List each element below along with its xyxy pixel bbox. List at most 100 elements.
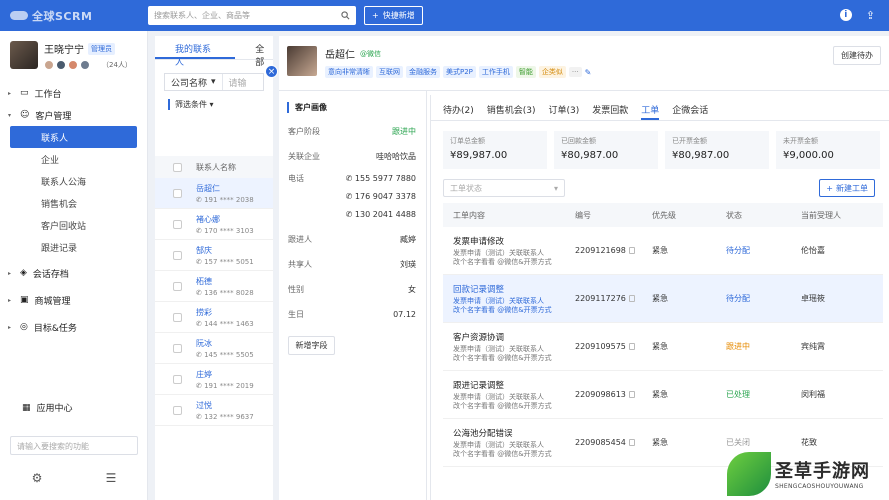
sidebar-item-contact-pool[interactable]: 联系人公海 [10, 170, 137, 192]
status-filter-select[interactable]: 工单状态 ▾ [443, 179, 565, 197]
share-icon[interactable]: ⇪ [866, 9, 875, 22]
tag-badge[interactable]: 美式P2P [443, 66, 476, 78]
tab-my-contacts[interactable]: 我的联系人 [155, 36, 236, 68]
search-icon[interactable] [341, 11, 350, 20]
app-logo[interactable]: 全球SCRM [0, 8, 148, 24]
nav-mall-mgmt[interactable]: ▸ ▣ 商城管理 [0, 289, 147, 311]
order-title[interactable]: 跟进记录调整 [453, 379, 565, 391]
settings-sliders-icon[interactable]: ⚙ [32, 471, 43, 485]
tab-2[interactable]: 订单(3) [549, 95, 580, 120]
table-row[interactable]: 客户资源协调 发票申请（测试）关联联系人 改个名字看看 @微信&开票方式 220910… [443, 323, 883, 371]
tab-5[interactable]: 企微会话 [672, 95, 708, 120]
info-icon[interactable]: i [839, 9, 852, 21]
contact-phone: 170 **** 3103 [204, 226, 254, 235]
sidebar-item-opportunities[interactable]: 销售机会 [10, 192, 137, 214]
tab-1[interactable]: 销售机会(3) [487, 95, 536, 120]
table-row[interactable]: 回款记录调整 发票申请（测试）关联联系人 改个名字看看 @微信&开票方式 220911… [443, 275, 883, 323]
tag-badge[interactable]: 工作手机 [478, 66, 513, 78]
contact-name[interactable]: 岳超仁 [196, 183, 254, 194]
table-row[interactable]: 发票申请修改 发票申请（测试）关联联系人 改个名字看看 @微信&开票方式 220912… [443, 227, 883, 275]
phone-value[interactable]: 155 5977 7880 [355, 174, 416, 183]
contact-name[interactable]: 阮冰 [196, 338, 254, 349]
nav-goals-tasks[interactable]: ▸ ◎ 目标&任务 [0, 316, 147, 338]
row-checkbox[interactable] [173, 188, 182, 198]
phone-value[interactable]: 176 9047 3378 [355, 192, 416, 201]
phone-value[interactable]: 130 2041 4488 [355, 210, 416, 219]
field-value: 07.12 [393, 310, 416, 319]
close-icon[interactable]: × [265, 65, 278, 78]
nav-customer-mgmt[interactable]: ▾ ☺ 客户管理 [0, 104, 147, 126]
order-title[interactable]: 公海池分配错误 [453, 427, 565, 439]
order-title[interactable]: 回款记录调整 [453, 283, 565, 295]
tag-badge[interactable]: ··· [568, 67, 582, 77]
list-item[interactable]: 褚心娜 ✆ 170 **** 3103 [155, 209, 273, 240]
filter-input[interactable]: 请输 [223, 76, 247, 89]
list-item[interactable]: 过悦 ✆ 132 **** 9637 [155, 395, 273, 426]
order-desc-line: 改个名字看看 @微信&开票方式 [453, 305, 552, 314]
company-filter[interactable]: 公司名称 ▾ 请输 [164, 73, 264, 91]
tab-all[interactable]: 全部 [235, 36, 273, 68]
tag-badge[interactable]: 互联网 [376, 66, 403, 78]
sidebar-item-companies[interactable]: 企业 [10, 148, 137, 170]
field-value: 刘瑛 [400, 260, 416, 269]
row-checkbox[interactable] [173, 219, 182, 229]
list-item[interactable]: 阮冰 ✆ 145 **** 5505 [155, 333, 273, 364]
app-center-button[interactable]: ▦ 应用中心 [0, 401, 148, 415]
row-checkbox[interactable] [173, 250, 182, 260]
new-work-order-button[interactable]: + 新建工单 [819, 179, 875, 197]
tag-badge[interactable]: 金融服务 [406, 66, 440, 78]
copy-icon[interactable] [628, 295, 635, 302]
collapse-menu-icon[interactable]: ☰ [106, 471, 117, 485]
user-profile[interactable]: 王晓宁宁 管理员 （24人） [0, 31, 147, 76]
quick-new-button[interactable]: + 快捷新增 [364, 6, 423, 25]
row-checkbox[interactable] [173, 405, 182, 415]
contact-name[interactable]: 柘德 [196, 276, 254, 287]
select-all-checkbox[interactable] [173, 162, 182, 172]
list-item[interactable]: 庄婷 ✆ 191 **** 2019 [155, 364, 273, 395]
contact-name[interactable]: 郜庆 [196, 245, 254, 256]
contact-name[interactable]: 庄婷 [196, 369, 254, 380]
edit-tags-icon[interactable]: ✎ [585, 68, 592, 77]
row-checkbox[interactable] [173, 312, 182, 322]
row-checkbox[interactable] [173, 374, 182, 384]
contact-phone: 145 **** 5505 [204, 350, 254, 359]
contact-name[interactable]: 褚心娜 [196, 214, 254, 225]
nav-session-archive[interactable]: ▸ ◈ 会话存档 [0, 262, 147, 284]
copy-icon[interactable] [628, 391, 635, 398]
customer-portrait: 客户画像 客户阶段 跟进中 关联企业 哇哈哈饮品 电话 ✆ 155 5977 7880… [279, 91, 427, 500]
user-name: 王晓宁宁 [44, 45, 84, 56]
order-desc-line: 改个名字看看 @微信&开票方式 [453, 401, 552, 410]
filter-conditions-button[interactable]: 筛选条件 ▾ [168, 99, 264, 110]
avatar [80, 60, 90, 70]
sidebar-item-contacts[interactable]: 联系人 [10, 126, 137, 148]
global-search-input[interactable]: 搜索联系人、企业、商品等 [148, 6, 356, 25]
nav-workbench[interactable]: ▸ ▭ 工作台 [0, 82, 147, 104]
tab-4[interactable]: 工单 [641, 95, 660, 120]
copy-icon[interactable] [628, 343, 635, 350]
contact-name[interactable]: 过悦 [196, 400, 254, 411]
team-avatars[interactable]: （24人） [44, 60, 132, 70]
row-checkbox[interactable] [173, 281, 182, 291]
order-title[interactable]: 发票申请修改 [453, 235, 565, 247]
list-item[interactable]: 捞彩 ✆ 144 **** 1463 [155, 302, 273, 333]
copy-icon[interactable] [628, 439, 635, 446]
list-item[interactable]: 郜庆 ✆ 157 **** 5051 [155, 240, 273, 271]
add-field-button[interactable]: 新增字段 [288, 336, 335, 355]
copy-icon[interactable] [628, 247, 635, 254]
tag-badge[interactable]: 企类似 [538, 66, 566, 78]
sidebar-item-followups[interactable]: 跟进记录 [10, 236, 137, 258]
tab-3[interactable]: 发票回款 [592, 95, 628, 120]
tag-badge[interactable]: 意向非常清晰 [325, 66, 373, 78]
sidebar-item-recycle-bin[interactable]: 客户回收站 [10, 214, 137, 236]
list-item[interactable]: 岳超仁 ✆ 191 **** 2038 [155, 178, 273, 209]
contact-name[interactable]: 捞彩 [196, 307, 254, 318]
status: 跟进中 [726, 342, 750, 351]
create-todo-button[interactable]: 创建待办 [833, 46, 881, 65]
feature-search-input[interactable]: 请输入要搜索的功能 [10, 436, 138, 455]
row-checkbox[interactable] [173, 343, 182, 353]
list-item[interactable]: 柘德 ✆ 136 **** 8028 [155, 271, 273, 302]
order-title[interactable]: 客户资源协调 [453, 331, 565, 343]
tag-badge[interactable]: 智能 [515, 66, 536, 78]
tab-0[interactable]: 待办(2) [443, 95, 474, 120]
table-row[interactable]: 跟进记录调整 发票申请（测试）关联联系人 改个名字看看 @微信&开票方式 220909… [443, 371, 883, 419]
